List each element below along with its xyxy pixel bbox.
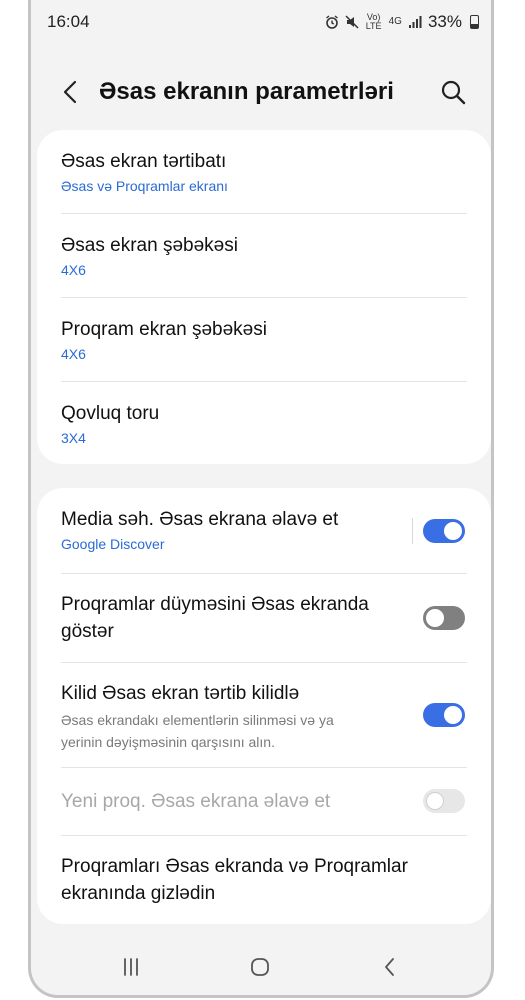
setting-title-line2: ekranında gizlədin (61, 883, 216, 904)
battery-icon (470, 15, 479, 29)
back-icon[interactable] (57, 78, 85, 106)
battery-percent: 33% (427, 12, 462, 31)
volte-icon: Vo) LTE (365, 12, 382, 31)
setting-home-layout[interactable]: Əsas ekran tərtibatı Əsas və Proqramlar … (37, 130, 491, 214)
setting-title: Proqramları Əsas ekranda və Proqramlar e… (61, 853, 408, 907)
toggle-knob (426, 792, 444, 810)
setting-value: Google Discover (61, 536, 165, 552)
recents-icon[interactable] (117, 953, 145, 981)
setting-apps-button[interactable]: Proqramlar düyməsini Əsas ekranda göstər (37, 574, 491, 662)
media-page-toggle[interactable] (423, 519, 465, 543)
signal-icon (408, 16, 422, 28)
mute-icon (345, 15, 359, 29)
setting-title: Proqram ekran şəbəkəsi (61, 319, 267, 340)
setting-title-line1: Proqramları Əsas ekranda və Proqramlar (61, 856, 408, 877)
navigation-bar (31, 939, 491, 995)
setting-title: Əsas ekran şəbəkəsi (61, 235, 238, 256)
lock-layout-toggle[interactable] (423, 703, 465, 727)
settings-card-options: Media səh. Əsas ekrana əlavə et Google D… (37, 488, 491, 924)
setting-apps-grid[interactable]: Proqram ekran şəbəkəsi 4X6 (37, 298, 491, 382)
setting-hide-apps[interactable]: Proqramları Əsas ekranda və Proqramlar e… (37, 836, 491, 924)
status-icons: Vo) LTE 4G 33% (325, 12, 479, 32)
setting-title-line2: göstər (61, 621, 114, 642)
setting-description-line1: Əsas ekrandakı elementlərin silinməsi və… (61, 712, 334, 728)
setting-title-line1: Proqramlar düyməsini Əsas ekranda (61, 594, 369, 615)
setting-media-page[interactable]: Media səh. Əsas ekrana əlavə et Google D… (37, 488, 491, 574)
setting-home-grid[interactable]: Əsas ekran şəbəkəsi 4X6 (37, 214, 491, 298)
setting-description: Əsas ekrandakı elementlərin silinməsi və… (61, 709, 391, 753)
home-icon[interactable] (246, 953, 274, 981)
setting-lock-layout[interactable]: Kilid Əsas ekran tərtib kilidlə Əsas ekr… (37, 663, 491, 767)
setting-value: 4X6 (61, 346, 86, 362)
settings-card-layout: Əsas ekran tərtibatı Əsas və Proqramlar … (37, 130, 491, 464)
alarm-icon (325, 15, 338, 29)
toggle-knob (426, 609, 444, 627)
search-icon[interactable] (439, 78, 467, 106)
apps-button-toggle[interactable] (423, 606, 465, 630)
toggle-knob (444, 522, 462, 540)
setting-value: 3X4 (61, 430, 86, 446)
app-header: Əsas ekranın parametrləri (31, 70, 491, 114)
toggle-knob (444, 706, 462, 724)
setting-new-apps: Yeni proq. Əsas ekrana əlavə et (37, 768, 491, 835)
setting-title: Qovluq toru (61, 403, 160, 424)
status-time: 16:04 (47, 12, 90, 31)
setting-title: Media səh. Əsas ekrana əlavə et (61, 509, 339, 530)
4g-icon: 4G (388, 16, 402, 27)
phone-frame: 16:04 Vo) LTE 4G 33% Əsas ekranın parame… (28, 0, 494, 998)
back-nav-icon[interactable] (376, 953, 404, 981)
setting-value: 4X6 (61, 262, 86, 278)
setting-title: Proqramlar düyməsini Əsas ekranda göstər (61, 591, 369, 645)
new-apps-toggle (423, 789, 465, 813)
setting-folder-grid[interactable]: Qovluq toru 3X4 (37, 382, 491, 464)
setting-title: Kilid Əsas ekran tərtib kilidlə (61, 683, 300, 704)
setting-value: Əsas və Proqramlar ekranı (61, 178, 228, 194)
setting-title: Yeni proq. Əsas ekrana əlavə et (61, 791, 331, 812)
page-title: Əsas ekranın parametrləri (99, 78, 394, 105)
setting-title: Əsas ekran tərtibatı (61, 151, 227, 172)
vertical-separator (412, 518, 413, 544)
setting-description-line2: yerinin dəyişməsinin qarşısını alın. (61, 734, 275, 750)
status-bar: 16:04 Vo) LTE 4G 33% (31, 0, 491, 44)
